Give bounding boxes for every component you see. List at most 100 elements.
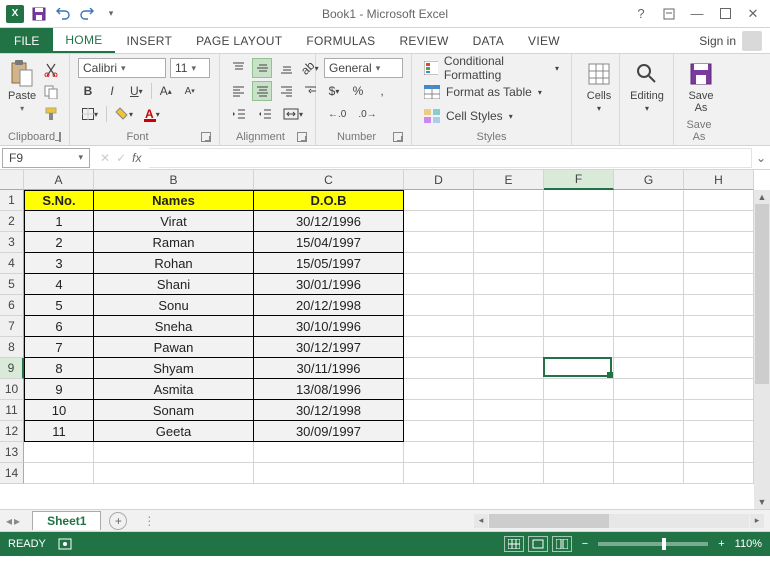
ribbon-options-button[interactable] xyxy=(656,3,682,25)
cell-C7[interactable]: 30/10/1996 xyxy=(254,316,404,337)
column-header-C[interactable]: C xyxy=(254,170,404,190)
cell-H3[interactable] xyxy=(684,232,754,253)
cell-G8[interactable] xyxy=(614,337,684,358)
number-launcher[interactable] xyxy=(393,132,403,142)
cell-F6[interactable] xyxy=(544,295,614,316)
scroll-down-button[interactable]: ▼ xyxy=(755,495,769,509)
tab-view[interactable]: VIEW xyxy=(516,28,572,53)
align-center-button[interactable] xyxy=(252,81,272,101)
conditional-formatting-button[interactable]: Conditional Formatting▾ xyxy=(420,58,563,78)
cell-H7[interactable] xyxy=(684,316,754,337)
cell-F13[interactable] xyxy=(544,442,614,463)
cell-B5[interactable]: Shani xyxy=(94,274,254,295)
column-header-G[interactable]: G xyxy=(614,170,684,190)
cell-E12[interactable] xyxy=(474,421,544,442)
qat-customize-button[interactable]: ▾ xyxy=(100,3,122,25)
cell-G11[interactable] xyxy=(614,400,684,421)
tab-data[interactable]: DATA xyxy=(461,28,516,53)
row-header-9[interactable]: 9 xyxy=(0,358,24,379)
enter-formula-button[interactable]: ✓ xyxy=(116,151,126,165)
cell-C5[interactable]: 30/01/1996 xyxy=(254,274,404,295)
cell-C8[interactable]: 30/12/1997 xyxy=(254,337,404,358)
cell-C2[interactable]: 30/12/1996 xyxy=(254,211,404,232)
cell-styles-button[interactable]: Cell Styles▾ xyxy=(420,106,563,126)
cell-F10[interactable] xyxy=(544,379,614,400)
cell-C12[interactable]: 30/09/1997 xyxy=(254,421,404,442)
cell-D10[interactable] xyxy=(404,379,474,400)
new-sheet-button[interactable]: + xyxy=(109,512,127,530)
cells-button[interactable]: Cells▾ xyxy=(580,58,618,113)
cell-B2[interactable]: Virat xyxy=(94,211,254,232)
scroll-right-button[interactable]: ▸ xyxy=(750,514,764,528)
increase-indent-button[interactable] xyxy=(254,104,276,124)
vertical-scroll-thumb[interactable] xyxy=(755,204,769,384)
cell-A13[interactable] xyxy=(24,442,94,463)
italic-button[interactable]: I xyxy=(102,81,122,101)
number-format-combo[interactable]: General▾ xyxy=(324,58,403,78)
cell-E9[interactable] xyxy=(474,358,544,379)
cell-D7[interactable] xyxy=(404,316,474,337)
cell-C4[interactable]: 15/05/1997 xyxy=(254,253,404,274)
cell-H6[interactable] xyxy=(684,295,754,316)
redo-button[interactable] xyxy=(76,3,98,25)
cell-D2[interactable] xyxy=(404,211,474,232)
sheet-nav-next[interactable]: ▸ xyxy=(14,514,20,528)
cell-F14[interactable] xyxy=(544,463,614,484)
cell-G12[interactable] xyxy=(614,421,684,442)
zoom-level[interactable]: 110% xyxy=(735,538,762,550)
merge-center-button[interactable]: ▾ xyxy=(279,104,307,124)
fill-color-button[interactable]: ▾ xyxy=(111,104,137,124)
view-normal-button[interactable] xyxy=(504,536,524,552)
cell-B1[interactable]: Names xyxy=(94,190,254,211)
cell-H14[interactable] xyxy=(684,463,754,484)
row-header-10[interactable]: 10 xyxy=(0,379,24,400)
cell-G2[interactable] xyxy=(614,211,684,232)
row-header-2[interactable]: 2 xyxy=(0,211,24,232)
cell-H5[interactable] xyxy=(684,274,754,295)
cell-B12[interactable]: Geeta xyxy=(94,421,254,442)
copy-button[interactable] xyxy=(40,82,62,102)
cell-B10[interactable]: Asmita xyxy=(94,379,254,400)
zoom-out-button[interactable]: − xyxy=(582,538,588,550)
cell-G10[interactable] xyxy=(614,379,684,400)
cell-B13[interactable] xyxy=(94,442,254,463)
cell-F2[interactable] xyxy=(544,211,614,232)
column-header-H[interactable]: H xyxy=(684,170,754,190)
cell-F5[interactable] xyxy=(544,274,614,295)
cell-G14[interactable] xyxy=(614,463,684,484)
row-header-11[interactable]: 11 xyxy=(0,400,24,421)
name-box[interactable]: F9▾ xyxy=(2,148,90,168)
cell-G13[interactable] xyxy=(614,442,684,463)
cell-A5[interactable]: 4 xyxy=(24,274,94,295)
cell-F11[interactable] xyxy=(544,400,614,421)
cell-B9[interactable]: Shyam xyxy=(94,358,254,379)
align-right-button[interactable] xyxy=(276,81,296,101)
align-top-button[interactable] xyxy=(228,58,248,78)
tab-file[interactable]: FILE xyxy=(0,28,53,53)
save-button[interactable] xyxy=(28,3,50,25)
sheet-nav-prev[interactable]: ◂ xyxy=(6,514,12,528)
alignment-launcher[interactable] xyxy=(297,132,307,142)
decrease-font-button[interactable]: A▾ xyxy=(180,81,200,101)
row-header-6[interactable]: 6 xyxy=(0,295,24,316)
undo-button[interactable] xyxy=(52,3,74,25)
sign-in[interactable]: Sign in xyxy=(699,28,770,53)
cell-B8[interactable]: Pawan xyxy=(94,337,254,358)
format-painter-button[interactable] xyxy=(40,104,62,124)
tab-insert[interactable]: INSERT xyxy=(115,28,185,53)
cell-F3[interactable] xyxy=(544,232,614,253)
cell-A10[interactable]: 9 xyxy=(24,379,94,400)
row-header-4[interactable]: 4 xyxy=(0,253,24,274)
cell-E13[interactable] xyxy=(474,442,544,463)
cell-D5[interactable] xyxy=(404,274,474,295)
horizontal-scroll-thumb[interactable] xyxy=(489,514,609,528)
cell-D9[interactable] xyxy=(404,358,474,379)
worksheet-grid[interactable]: ABCDEFGH1S.No.NamesD.O.B21Virat30/12/199… xyxy=(0,170,770,510)
row-header-13[interactable]: 13 xyxy=(0,442,24,463)
decrease-indent-button[interactable] xyxy=(228,104,250,124)
tab-split-handle[interactable]: ⋮ xyxy=(143,514,155,528)
cell-D12[interactable] xyxy=(404,421,474,442)
percent-button[interactable]: % xyxy=(348,81,368,101)
cell-H13[interactable] xyxy=(684,442,754,463)
cell-G9[interactable] xyxy=(614,358,684,379)
